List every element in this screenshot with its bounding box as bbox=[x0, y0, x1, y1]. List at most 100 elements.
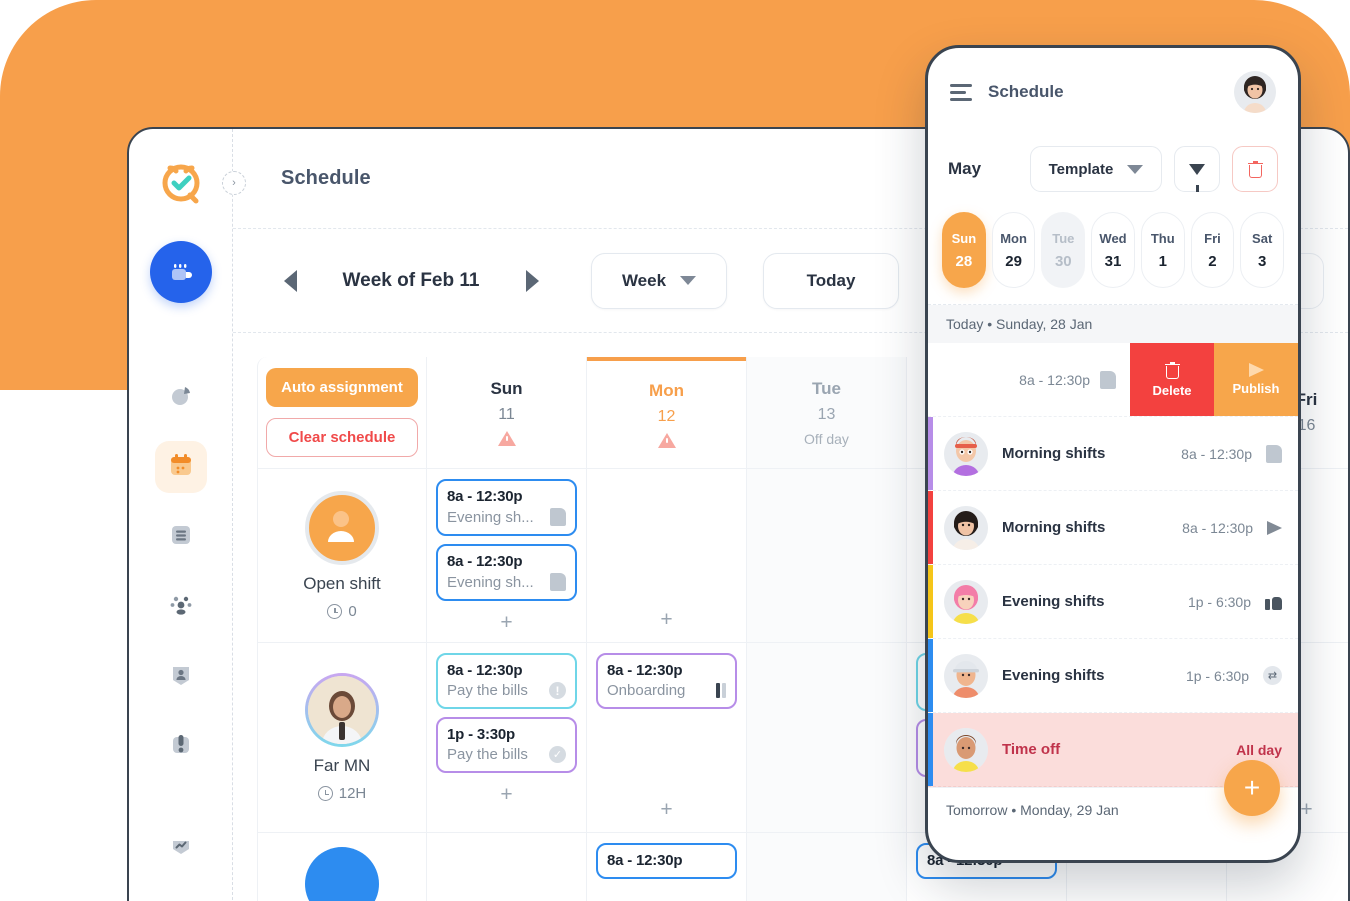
sidebar-item-schedule[interactable] bbox=[154, 441, 207, 493]
day-chip-thu[interactable]: Thu 1 bbox=[1140, 212, 1185, 288]
day-chip-fri[interactable]: Fri 2 bbox=[1190, 212, 1235, 288]
screen-root: › Schedule Week of Feb 11 Week Today Aut… bbox=[0, 0, 1350, 901]
view-select-label: Week bbox=[621, 270, 667, 290]
open-shift-person-icon bbox=[305, 491, 379, 565]
check-icon: ✓ bbox=[549, 746, 566, 763]
document-icon bbox=[550, 573, 566, 591]
grid-actions-header: Auto assignment Clear schedule bbox=[258, 357, 426, 469]
day-chip-dow: Wed bbox=[1099, 230, 1127, 246]
clock-icon bbox=[317, 786, 333, 801]
add-shift-button[interactable]: + bbox=[436, 611, 577, 635]
table-cell[interactable]: 8a - 12:30p bbox=[587, 833, 746, 901]
phone-header: Schedule bbox=[928, 48, 1298, 136]
shift-card[interactable]: 8a - 12:30p Evening sh... bbox=[436, 479, 577, 536]
shift-label: Pay the bills bbox=[447, 682, 528, 699]
shift-name: Morning shifts bbox=[1002, 519, 1106, 536]
shift-card[interactable]: 8a - 12:30p bbox=[596, 843, 737, 879]
table-cell[interactable] bbox=[747, 643, 906, 833]
timeoff-duration: All day bbox=[1236, 741, 1282, 758]
person-cell[interactable] bbox=[258, 833, 426, 901]
add-shift-button[interactable]: + bbox=[596, 608, 737, 632]
coffee-cup-avatar[interactable] bbox=[149, 241, 212, 303]
sidebar-item-analytics[interactable] bbox=[155, 371, 207, 423]
sidebar-item-timeclock[interactable] bbox=[155, 721, 207, 773]
auto-assignment-button[interactable]: Auto assignment bbox=[266, 368, 418, 407]
person-hours: 0 bbox=[327, 603, 357, 620]
shift-name: Morning shifts bbox=[1002, 445, 1106, 462]
user-avatar-woman[interactable] bbox=[1234, 71, 1276, 113]
sidebar-item-team[interactable] bbox=[155, 581, 207, 633]
team-network-icon bbox=[168, 592, 194, 623]
row-stripe bbox=[928, 639, 933, 712]
shift-card[interactable]: 8a - 12:30p Pay the bills ! bbox=[436, 653, 577, 709]
delete-action-button[interactable]: Delete bbox=[1130, 343, 1214, 416]
day-chip-num: 30 bbox=[1054, 252, 1072, 270]
table-cell[interactable]: + bbox=[587, 469, 746, 643]
person-hours-value: 12H bbox=[338, 785, 367, 802]
shift-time: 8a - 12:30p bbox=[1181, 445, 1252, 462]
table-cell[interactable] bbox=[427, 833, 586, 901]
day-chip-num: 3 bbox=[1258, 252, 1267, 270]
table-cell[interactable]: 8a - 12:30p Evening sh... 8a - 12:30p Ev… bbox=[427, 469, 586, 643]
shift-time: 8a - 12:30p bbox=[1182, 519, 1253, 536]
shift-name: Evening shifts bbox=[1002, 667, 1105, 684]
sidebar-collapse-button[interactable]: › bbox=[222, 171, 246, 195]
view-select[interactable]: Week bbox=[591, 252, 727, 309]
delete-button[interactable] bbox=[1232, 146, 1278, 192]
trend-up-icon bbox=[168, 832, 194, 863]
table-cell[interactable]: 8a - 12:30p Pay the bills ! 1p - 3:30p P… bbox=[427, 643, 586, 833]
trash-icon bbox=[1164, 361, 1180, 379]
shift-time: 1p - 6:30p bbox=[1187, 593, 1251, 610]
person-name: Far MN bbox=[313, 756, 371, 775]
table-cell[interactable] bbox=[747, 469, 906, 643]
list-lines-icon bbox=[168, 522, 194, 553]
person-cell[interactable]: Open shift 0 bbox=[258, 469, 426, 642]
page-title: Schedule bbox=[281, 167, 371, 189]
list-item-shift-0[interactable]: Morning shifts 8a - 12:30p bbox=[928, 417, 1298, 491]
shift-card[interactable]: 1p - 3:30p Pay the bills ✓ bbox=[436, 717, 577, 773]
grid-column-sun: Sun 11 8a - 12:30p Evening sh... 8a - 12… bbox=[427, 357, 587, 901]
today-button[interactable]: Today bbox=[763, 252, 899, 309]
day-chip-dow: Tue bbox=[1052, 230, 1075, 246]
filter-button[interactable] bbox=[1174, 146, 1220, 192]
list-item-shift-3[interactable]: Evening shifts 1p - 6:30p ⇄ bbox=[928, 639, 1298, 713]
list-item-shift-2[interactable]: Evening shifts 1p - 6:30p bbox=[928, 565, 1298, 639]
shift-card[interactable]: 8a - 12:30p Evening sh... bbox=[436, 544, 577, 601]
list-item-shift-1[interactable]: Morning shifts 8a - 12:30p bbox=[928, 491, 1298, 565]
day-chip-sat[interactable]: Sat 3 bbox=[1240, 212, 1285, 288]
shift-row-swiped[interactable]: 8a - 12:30p Delete Publish bbox=[928, 343, 1298, 417]
hamburger-menu-icon[interactable] bbox=[950, 83, 972, 101]
clear-schedule-button[interactable]: Clear schedule bbox=[266, 418, 418, 457]
add-shift-button[interactable]: + bbox=[596, 798, 737, 822]
table-cell[interactable] bbox=[747, 833, 906, 901]
next-week-button[interactable] bbox=[519, 268, 545, 294]
day-header-dow: Sun bbox=[490, 379, 523, 398]
prev-week-button[interactable] bbox=[277, 268, 303, 294]
shift-label: Evening sh... bbox=[447, 508, 534, 526]
person-cell[interactable]: Far MN 12H bbox=[258, 643, 426, 832]
avatar bbox=[305, 847, 379, 901]
shift-time: 1p - 3:30p bbox=[447, 726, 516, 743]
table-cell[interactable]: 8a - 12:30p Onboarding + bbox=[587, 643, 746, 833]
day-chip-mon[interactable]: Mon 29 bbox=[991, 212, 1036, 288]
shift-time: 8a - 12:30p bbox=[607, 662, 683, 679]
table-row-person-2 bbox=[258, 833, 426, 901]
publish-action-button[interactable]: Publish bbox=[1214, 343, 1298, 416]
shift-label: Evening sh... bbox=[447, 573, 534, 591]
sidebar-item-tasks[interactable] bbox=[155, 511, 207, 563]
add-shift-fab[interactable]: + bbox=[1224, 760, 1280, 816]
section-header-today: Today • Sunday, 28 Jan bbox=[928, 305, 1298, 343]
day-chip-sun[interactable]: Sun 28 bbox=[942, 212, 986, 288]
add-shift-button[interactable]: + bbox=[436, 783, 577, 807]
filter-funnel-icon bbox=[1189, 163, 1205, 192]
row-stripe bbox=[928, 417, 933, 490]
pie-chart-icon bbox=[168, 382, 194, 413]
avatar-woman-dark bbox=[944, 505, 988, 550]
day-chip-tue[interactable]: Tue 30 bbox=[1041, 212, 1086, 288]
sidebar-item-reports[interactable] bbox=[155, 821, 207, 873]
day-chip-wed[interactable]: Wed 31 bbox=[1091, 212, 1135, 288]
template-select[interactable]: Template bbox=[1030, 146, 1162, 192]
shift-card[interactable]: 8a - 12:30p Onboarding bbox=[596, 653, 737, 709]
off-day-label: Off day bbox=[804, 430, 849, 447]
sidebar-item-employee[interactable] bbox=[155, 651, 207, 703]
